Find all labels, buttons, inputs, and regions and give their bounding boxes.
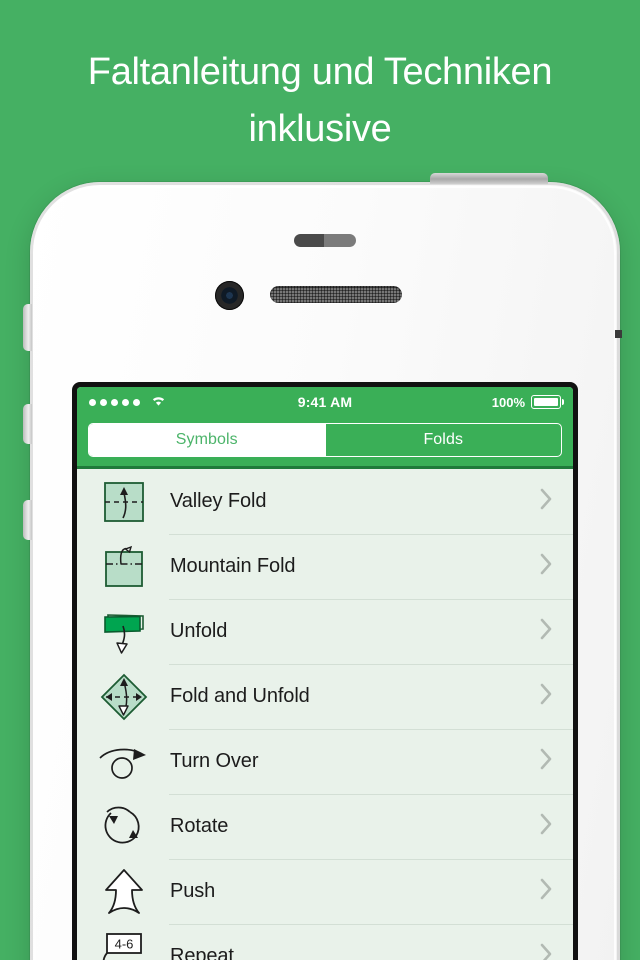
list-item-label: Rotate bbox=[170, 815, 229, 837]
antenna-band bbox=[615, 330, 622, 338]
list-item[interactable]: Push bbox=[77, 859, 573, 924]
list-item-label: Turn Over bbox=[170, 750, 259, 772]
battery-percent-label: 100% bbox=[491, 394, 525, 410]
mountain-fold-icon bbox=[95, 538, 153, 596]
list-item[interactable]: 4-6 Repeat bbox=[77, 924, 573, 960]
chevron-right-icon[interactable] bbox=[540, 618, 553, 645]
chevron-right-icon[interactable] bbox=[540, 813, 553, 840]
battery-full-icon bbox=[531, 395, 561, 409]
list-item[interactable]: Rotate bbox=[77, 794, 573, 859]
phone-device: 9:41 AM 100% Symbols Folds Valley Fold M… bbox=[23, 173, 622, 960]
valley-fold-icon bbox=[95, 473, 153, 531]
repeat-count-label: 4-6 bbox=[115, 936, 134, 951]
list-item[interactable]: Turn Over bbox=[77, 729, 573, 794]
list-item-label: Fold and Unfold bbox=[170, 685, 310, 707]
chevron-right-icon[interactable] bbox=[540, 488, 553, 515]
volume-down-button[interactable] bbox=[23, 500, 32, 540]
status-bar: 9:41 AM 100% bbox=[77, 387, 573, 417]
earpiece-speaker bbox=[270, 286, 402, 303]
power-button[interactable] bbox=[430, 173, 548, 184]
list-item-label: Mountain Fold bbox=[170, 555, 296, 577]
tab-folds[interactable]: Folds bbox=[324, 424, 562, 456]
status-bar-right: 100% bbox=[492, 395, 561, 410]
unfold-icon bbox=[95, 603, 153, 661]
page-title: Faltanleitung und Techniken inklusive bbox=[87, 51, 553, 150]
list-item[interactable]: Valley Fold bbox=[77, 469, 573, 534]
volume-up-button[interactable] bbox=[23, 404, 32, 444]
segmented-control[interactable]: Symbols Folds bbox=[88, 423, 562, 457]
app-screen: 9:41 AM 100% Symbols Folds Valley Fold M… bbox=[77, 387, 573, 960]
list-item-label: Unfold bbox=[170, 620, 228, 642]
mute-switch[interactable] bbox=[23, 304, 32, 351]
list-item-label: Push bbox=[170, 880, 216, 902]
chevron-right-icon[interactable] bbox=[540, 748, 553, 775]
front-camera bbox=[215, 281, 244, 310]
repeat-icon: 4-6 bbox=[95, 928, 153, 960]
segmented-control-bar: Symbols Folds bbox=[77, 417, 573, 469]
turn-over-icon bbox=[95, 733, 153, 791]
chevron-right-icon[interactable] bbox=[540, 943, 553, 960]
push-icon bbox=[95, 863, 153, 921]
tab-symbols-label: Symbols bbox=[175, 431, 238, 448]
chevron-right-icon[interactable] bbox=[540, 878, 553, 905]
fold-and-unfold-icon bbox=[95, 668, 153, 726]
list-item[interactable]: Unfold bbox=[77, 599, 573, 664]
list-item[interactable]: Fold and Unfold bbox=[77, 664, 573, 729]
list-item[interactable]: Mountain Fold bbox=[77, 534, 573, 599]
rotate-icon bbox=[95, 798, 153, 856]
symbols-list: Valley Fold Mountain Fold Unfold Fold an… bbox=[77, 469, 573, 960]
screen-bezel: 9:41 AM 100% Symbols Folds Valley Fold M… bbox=[72, 382, 578, 960]
chevron-right-icon[interactable] bbox=[540, 683, 553, 710]
tab-folds-label: Folds bbox=[423, 431, 464, 448]
list-item-label: Repeat bbox=[170, 945, 234, 960]
list-item-label: Valley Fold bbox=[170, 490, 267, 512]
tab-symbols[interactable]: Symbols bbox=[89, 424, 325, 456]
proximity-sensor bbox=[294, 234, 356, 247]
chevron-right-icon[interactable] bbox=[540, 553, 553, 580]
